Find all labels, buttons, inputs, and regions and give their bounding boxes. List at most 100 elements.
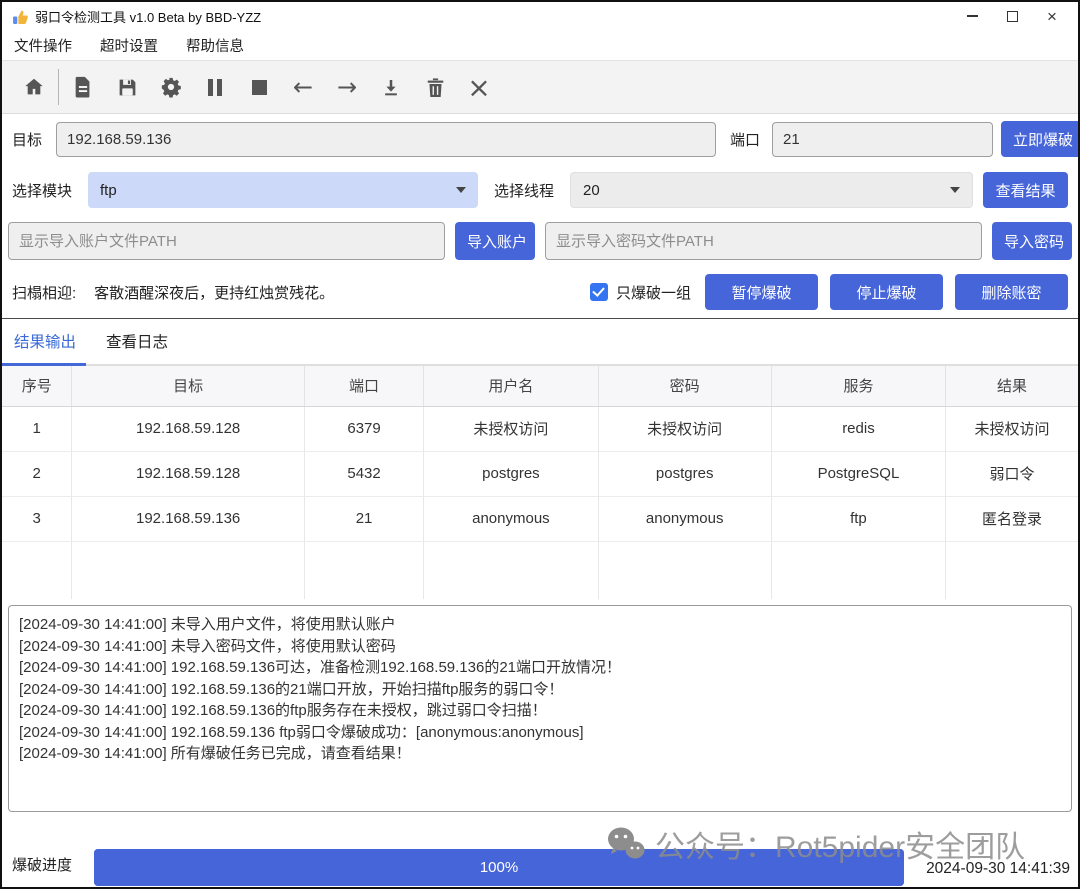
- title-bar: 弱口令检测工具 v1.0 Beta by BBD-YZZ ×: [2, 2, 1078, 30]
- file-icon: [73, 76, 93, 98]
- target-label: 目标: [12, 129, 42, 150]
- arrow-right-icon: →: [337, 73, 357, 101]
- cell-result: 未授权访问: [946, 406, 1078, 451]
- import-row: 导入账户 导入密码: [2, 216, 1078, 266]
- port-input[interactable]: [772, 122, 993, 157]
- cell-username: anonymous: [424, 496, 598, 541]
- pause-blast-button[interactable]: 暂停爆破: [705, 274, 818, 310]
- thread-value: 20: [583, 182, 600, 199]
- cell-result: 弱口令: [946, 451, 1078, 496]
- cell-port: 21: [304, 496, 423, 541]
- col-port: 端口: [304, 366, 423, 406]
- home-button[interactable]: [12, 67, 56, 107]
- progress-bar: 100%: [94, 849, 904, 886]
- close-icon: ×: [1047, 8, 1057, 25]
- progress-label: 爆破进度: [12, 854, 94, 875]
- cell-service: PostgreSQL: [771, 451, 945, 496]
- stop-button[interactable]: [237, 67, 281, 107]
- cell-port: 6379: [304, 406, 423, 451]
- thread-label: 选择线程: [494, 180, 554, 201]
- cell-index: 3: [2, 496, 72, 541]
- cell-target: 192.168.59.128: [72, 451, 304, 496]
- exit-button[interactable]: ×: [457, 67, 501, 107]
- col-service: 服务: [771, 366, 945, 406]
- col-target: 目标: [72, 366, 304, 406]
- toolbar-separator: [58, 69, 59, 105]
- menu-timeout-settings[interactable]: 超时设置: [100, 35, 158, 56]
- pause-button[interactable]: [193, 67, 237, 107]
- arrow-left-icon: ←: [293, 73, 313, 101]
- save-icon: [117, 77, 138, 98]
- table-header-row: 序号 目标 端口 用户名 密码 服务 结果: [2, 366, 1078, 406]
- col-password: 密码: [598, 366, 771, 406]
- app-icon: [12, 8, 29, 25]
- cell-password: postgres: [598, 451, 771, 496]
- table-row[interactable]: 2 192.168.59.128 5432 postgres postgres …: [2, 451, 1078, 496]
- greeting-label: 扫榻相迎:: [12, 282, 76, 303]
- tab-view-log[interactable]: 查看日志: [106, 330, 168, 364]
- module-label: 选择模块: [12, 180, 72, 201]
- tab-result-output[interactable]: 结果输出: [14, 330, 76, 364]
- table-row[interactable]: 1 192.168.59.128 6379 未授权访问 未授权访问 redis …: [2, 406, 1078, 451]
- log-line: [2024-09-30 14:41:00] 192.168.59.136可达，准…: [19, 657, 1061, 679]
- col-username: 用户名: [424, 366, 598, 406]
- settings-button[interactable]: [149, 67, 193, 107]
- import-account-button[interactable]: 导入账户: [455, 222, 535, 260]
- chevron-down-icon: [456, 187, 466, 193]
- target-row: 目标 端口 立即爆破 清除日志: [2, 114, 1078, 164]
- cell-service: ftp: [771, 496, 945, 541]
- account-path-input[interactable]: [8, 222, 445, 260]
- maximize-button[interactable]: [992, 3, 1032, 29]
- progress-value: 100%: [94, 849, 904, 886]
- view-results-button[interactable]: 查看结果: [983, 172, 1068, 208]
- app-window: 弱口令检测工具 v1.0 Beta by BBD-YZZ × 文件操作 超时设置…: [0, 0, 1080, 889]
- menu-bar: 文件操作 超时设置 帮助信息: [2, 30, 1078, 60]
- log-line: [2024-09-30 14:41:00] 未导入用户文件，将使用默认账户: [19, 614, 1061, 636]
- maximize-icon: [1007, 11, 1018, 22]
- log-output[interactable]: [2024-09-30 14:41:00] 未导入用户文件，将使用默认账户 [2…: [8, 605, 1072, 812]
- back-button[interactable]: ←: [281, 67, 325, 107]
- table-row[interactable]: 3 192.168.59.136 21 anonymous anonymous …: [2, 496, 1078, 541]
- menu-file-operations[interactable]: 文件操作: [14, 35, 72, 56]
- only-one-group-checkbox[interactable]: [590, 283, 608, 301]
- delete-credentials-button[interactable]: 删除账密: [955, 274, 1068, 310]
- close-button[interactable]: ×: [1032, 3, 1072, 29]
- file-button[interactable]: [61, 67, 105, 107]
- minimize-button[interactable]: [952, 3, 992, 29]
- table-empty-area: [2, 541, 1078, 599]
- only-one-group-label: 只爆破一组: [616, 282, 691, 303]
- minimize-icon: [967, 15, 978, 17]
- home-icon: [23, 76, 45, 98]
- blast-now-button[interactable]: 立即爆破: [1001, 121, 1080, 157]
- log-line: [2024-09-30 14:41:00] 所有爆破任务已完成，请查看结果！: [19, 743, 1061, 765]
- cell-target: 192.168.59.136: [72, 496, 304, 541]
- save-button[interactable]: [105, 67, 149, 107]
- log-line: [2024-09-30 14:41:00] 192.168.59.136的ftp…: [19, 700, 1061, 722]
- forward-button[interactable]: →: [325, 67, 369, 107]
- window-title: 弱口令检测工具 v1.0 Beta by BBD-YZZ: [35, 7, 261, 26]
- toolbar: ← → ×: [2, 60, 1078, 114]
- password-path-input[interactable]: [545, 222, 982, 260]
- download-icon: [381, 77, 401, 98]
- stop-icon: [252, 80, 267, 95]
- result-table: 序号 目标 端口 用户名 密码 服务 结果 1 192.168.59.128 6…: [2, 366, 1078, 599]
- chevron-down-icon: [950, 187, 960, 193]
- cell-target: 192.168.59.128: [72, 406, 304, 451]
- window-controls: ×: [952, 3, 1072, 29]
- thread-select[interactable]: 20: [570, 172, 973, 208]
- cell-username: postgres: [424, 451, 598, 496]
- module-row: 选择模块 ftp 选择线程 20 查看结果: [2, 164, 1078, 216]
- log-line: [2024-09-30 14:41:00] 192.168.59.136的21端…: [19, 679, 1061, 701]
- module-select[interactable]: ftp: [88, 172, 478, 208]
- log-line: [2024-09-30 14:41:00] 192.168.59.136 ftp…: [19, 722, 1061, 744]
- gear-icon: [160, 76, 182, 98]
- menu-help-info[interactable]: 帮助信息: [186, 35, 244, 56]
- download-button[interactable]: [369, 67, 413, 107]
- stop-blast-button[interactable]: 停止爆破: [830, 274, 943, 310]
- target-input[interactable]: [56, 122, 716, 157]
- import-password-button[interactable]: 导入密码: [992, 222, 1072, 260]
- port-label: 端口: [730, 129, 760, 150]
- tab-bar: 结果输出 查看日志: [2, 319, 1078, 366]
- close-x-icon: ×: [467, 71, 490, 104]
- delete-button[interactable]: [413, 67, 457, 107]
